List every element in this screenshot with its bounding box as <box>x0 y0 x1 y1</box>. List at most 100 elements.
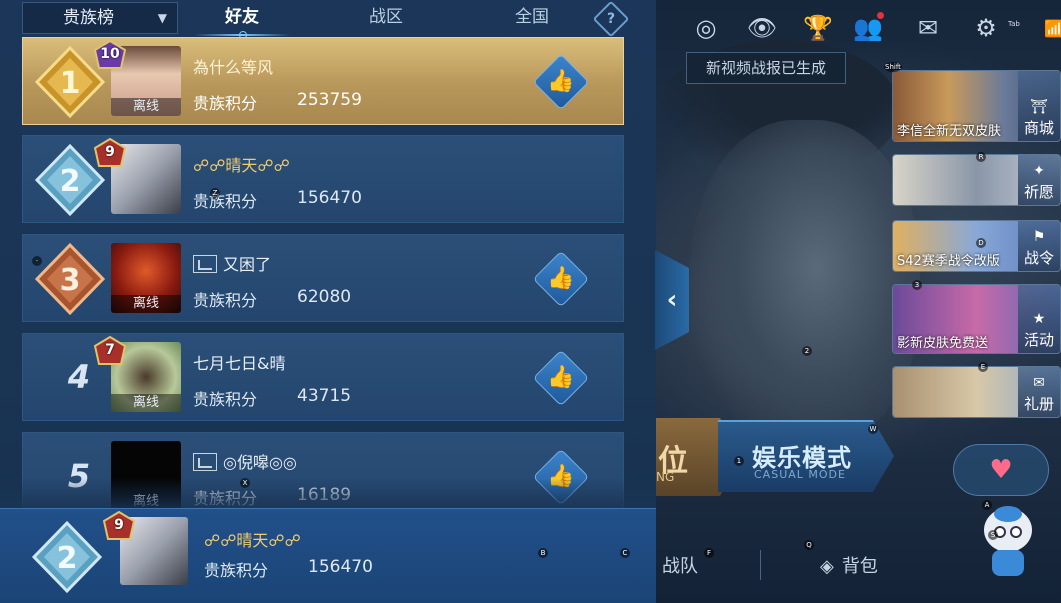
rank-3-bronze-medal-icon: 3 <box>34 242 106 316</box>
tab-region[interactable]: 战区 <box>366 4 406 34</box>
like-button[interactable]: 👍 <box>532 349 590 407</box>
player-name-text: ◎倪嗥◎◎ <box>223 453 297 472</box>
player-name: 七月七日&晴 <box>193 354 286 373</box>
key-hint: W <box>868 424 878 434</box>
noble-level: 9 <box>105 144 115 160</box>
nav-divider <box>760 550 761 580</box>
clan-tag-icon <box>193 255 217 273</box>
player-name: ☍☍晴天☍☍ <box>193 156 290 175</box>
promo-caption: 影新皮肤免费送 <box>897 336 989 351</box>
key-hint: · <box>32 256 42 266</box>
key-hint: D <box>976 238 986 248</box>
leaderboard-row-2[interactable]: 2 9 ☍☍晴天☍☍ 贵族积分 156470 <box>22 135 624 223</box>
player-name-text: 又困了 <box>223 255 272 274</box>
promo-side-label: 祈愿 <box>1023 183 1054 201</box>
score-value: 156470 <box>308 557 373 577</box>
key-hint: S <box>988 530 998 540</box>
like-button[interactable]: 👍 <box>532 250 590 308</box>
leaderboard-row-3[interactable]: 3 离线 又困了 贵族积分 62080 👍 <box>22 234 624 322</box>
player-name: ☍☍晴天☍☍ <box>204 531 301 550</box>
promo-side: ✦ 祈愿 <box>1018 155 1060 205</box>
noble-level: 7 <box>105 342 115 358</box>
mascot-assistant[interactable] <box>974 500 1042 580</box>
signal-icon: 📶 <box>1044 18 1061 38</box>
wish-icon: ✦ <box>1033 163 1045 179</box>
score-value: 156470 <box>297 188 362 208</box>
player-name: 又困了 <box>193 251 271 275</box>
key-hint: Z <box>210 188 220 198</box>
promo-side-label: 礼册 <box>1023 395 1054 413</box>
key-hint: F <box>704 548 714 558</box>
notification-dot <box>877 12 884 19</box>
key-hint: Q <box>804 540 814 550</box>
key-hint: E <box>978 362 988 372</box>
eye-icon[interactable]: 👁 <box>744 10 780 46</box>
team-button[interactable]: 战队 <box>662 552 698 578</box>
promo-card-event[interactable]: 影新皮肤免费送 ★ 活动 <box>892 284 1061 354</box>
key-hint: 3 <box>912 280 922 290</box>
video-report-tooltip[interactable]: 新视频战报已生成 <box>686 52 846 84</box>
key-hint: A <box>982 500 992 510</box>
avatar[interactable]: 离线 <box>111 243 181 313</box>
promo-side-label: 战令 <box>1023 249 1054 267</box>
key-hint: C <box>620 548 630 558</box>
bag-icon: ◈ <box>820 556 834 577</box>
score-label: 贵族积分 <box>193 390 258 409</box>
friends-icon[interactable]: 👥 <box>850 10 886 46</box>
tab-national[interactable]: 全国 <box>512 4 552 34</box>
shop-icon: ⛩ <box>1030 99 1048 115</box>
list-fade-overlay <box>0 478 656 508</box>
leaderboard-row-1[interactable]: 1 离线 10 為什么等风 贵族积分 253759 👍 <box>22 37 624 125</box>
promo-card-wish[interactable]: ✦ 祈愿 <box>892 154 1061 206</box>
spectate-icon[interactable]: ◎ <box>688 10 724 46</box>
key-hint: 2 <box>802 346 812 356</box>
promo-caption: S42赛季战令改版 <box>897 254 1000 269</box>
heart-chat-button[interactable]: ♥ <box>953 444 1049 496</box>
promo-side: ⛩ 商城 <box>1018 71 1060 141</box>
promo-side-label: 商城 <box>1023 119 1054 137</box>
offline-status: 离线 <box>111 394 181 412</box>
chevron-down-icon: ▼ <box>157 11 167 25</box>
leaderboard-scope-dropdown[interactable]: 贵族榜 ▼ <box>22 2 178 34</box>
promo-card-shop[interactable]: 李信全新无双皮肤 ⛩ 商城 <box>892 70 1061 142</box>
offline-status: 离线 <box>111 98 181 116</box>
leaderboard-row-4[interactable]: 4 离线 7 七月七日&晴 贵族积分 43715 👍 <box>22 333 624 421</box>
score-label: 贵族积分 <box>193 291 258 310</box>
trophy-icon[interactable]: 🏆 <box>800 10 836 46</box>
promo-card-gift[interactable]: ✉ 礼册 <box>892 366 1061 418</box>
my-rank-row[interactable]: 2 9 ☍☍晴天☍☍ 贵族积分 156470 <box>0 508 656 603</box>
tab-friends[interactable]: 好友 <box>194 4 290 39</box>
ranked-mode-sub: NG <box>656 470 675 484</box>
score-label: 贵族积分 <box>193 192 258 211</box>
rank-number: 2 <box>60 164 81 199</box>
promo-side-label: 活动 <box>1023 331 1054 349</box>
rank-2-silver-medal-icon: 2 <box>31 520 103 594</box>
score-value: 43715 <box>297 386 352 406</box>
promo-side: ★ 活动 <box>1018 285 1060 353</box>
settings-key-hint: Tab <box>1008 20 1020 28</box>
bag-label: 背包 <box>841 556 878 577</box>
bag-button[interactable]: ◈ 背包 <box>820 552 878 578</box>
rank-number: 1 <box>60 66 81 101</box>
key-hint: Shift <box>884 62 902 72</box>
settings-gear-icon[interactable]: ⚙ Tab <box>968 10 1020 46</box>
key-hint: X <box>240 478 250 488</box>
help-icon: ? <box>606 11 616 27</box>
key-hint: R <box>976 152 986 162</box>
like-button[interactable]: 👍 <box>532 53 590 111</box>
noble-level-badge: 9 <box>102 510 136 541</box>
mail-icon[interactable]: ✉ <box>910 10 946 46</box>
promo-side: ✉ 礼册 <box>1018 367 1060 417</box>
help-button[interactable]: ? <box>592 0 630 38</box>
noble-level-badge: 10 <box>93 39 127 70</box>
chevron-left-icon: ‹ <box>666 285 678 315</box>
score-label: 贵族积分 <box>204 561 269 580</box>
promo-side: ⚑ 战令 <box>1018 221 1060 271</box>
rank-number: 3 <box>60 263 81 298</box>
casual-mode-sub: CASUAL MODE <box>754 468 846 481</box>
clan-tag-icon <box>193 453 217 471</box>
score-value: 62080 <box>297 287 352 307</box>
key-hint: 1 <box>734 456 744 466</box>
thumbs-up-icon: 👍 <box>547 266 575 291</box>
noble-level-badge: 9 <box>93 137 127 168</box>
